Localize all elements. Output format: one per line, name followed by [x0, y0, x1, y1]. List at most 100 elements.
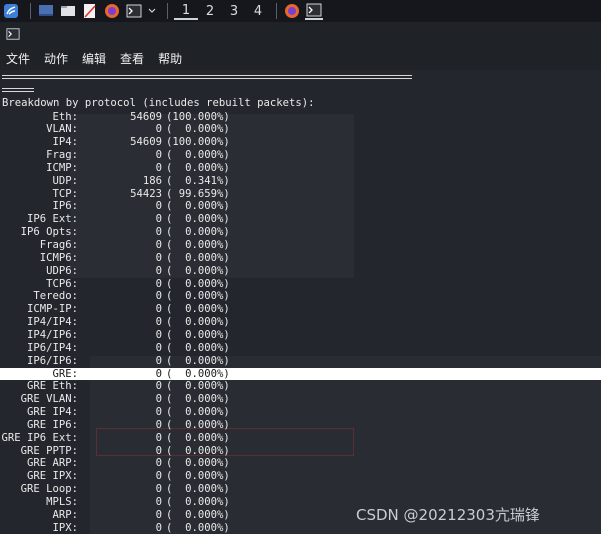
protocol-label: GRE PPTP:	[20, 444, 78, 457]
protocol-label: GRE IP6 Ext:	[1, 431, 78, 444]
protocol-row: IP4/IP6: 0 ( 0.000%)	[0, 329, 601, 342]
protocol-count: 0	[155, 354, 162, 367]
protocol-row: ICMP6: 0 ( 0.000%)	[0, 252, 601, 265]
protocol-count: 0	[155, 431, 162, 444]
menu-view[interactable]: 查看	[120, 50, 144, 67]
taskbar-separator	[30, 3, 31, 19]
protocol-percent: ( 0.000%)	[166, 380, 230, 393]
protocol-count: 0	[155, 303, 162, 316]
kali-menu-icon[interactable]	[2, 2, 20, 20]
protocol-label: IP4:	[52, 136, 78, 149]
protocol-label: GRE IP6:	[26, 418, 78, 431]
protocol-count: 0	[155, 161, 162, 174]
protocol-percent: ( 0.000%)	[166, 393, 230, 406]
protocol-percent: ( 0.000%)	[166, 470, 230, 483]
protocol-count: 0	[155, 264, 162, 277]
protocol-percent: ( 0.000%)	[166, 277, 230, 290]
protocol-percent: ( 0.000%)	[166, 226, 230, 239]
protocol-row: ICMP-IP: 0 ( 0.000%)	[0, 303, 601, 316]
protocol-label: UDP:	[52, 174, 78, 187]
protocol-percent: ( 0.000%)	[166, 264, 230, 277]
menu-edit[interactable]: 编辑	[82, 50, 106, 67]
protocol-row: TCP6: 0 ( 0.000%)	[0, 278, 601, 291]
protocol-count: 0	[155, 149, 162, 162]
protocol-count: 0	[155, 239, 162, 251]
protocol-percent: ( 0.000%)	[166, 149, 230, 162]
protocol-label: ARP:	[52, 508, 78, 521]
protocol-percent: ( 0.000%)	[166, 406, 230, 419]
text-editor-icon[interactable]	[81, 2, 99, 20]
terminal-output[interactable]: Breakdown by protocol (includes rebuilt …	[0, 70, 601, 534]
protocol-label: TCP6:	[46, 277, 78, 290]
terminal-icon[interactable]	[125, 2, 143, 20]
protocol-label: Frag:	[46, 149, 78, 162]
protocol-percent: ( 0.000%)	[166, 367, 230, 380]
protocol-row: UDP: 186 ( 0.341%)	[0, 175, 601, 188]
protocol-label: GRE IP4:	[26, 406, 78, 419]
firefox-window-icon[interactable]	[283, 2, 301, 20]
menu-action[interactable]: 动作	[44, 50, 68, 67]
separator-line	[2, 75, 412, 79]
protocol-label: IP6:	[52, 200, 78, 213]
firefox-icon[interactable]	[103, 2, 121, 20]
protocol-row: IP6/IP4: 0 ( 0.000%)	[0, 342, 601, 355]
protocol-label: IP4/IP4:	[26, 316, 78, 329]
show-desktop-icon[interactable]	[37, 2, 55, 20]
protocol-row: VLAN: 0 ( 0.000%)	[0, 123, 601, 136]
protocol-row: IP4: 54609 (100.000%)	[0, 136, 601, 149]
menu-file[interactable]: 文件	[6, 50, 30, 67]
protocol-label: GRE Loop:	[20, 483, 78, 496]
menu-help[interactable]: 帮助	[158, 50, 182, 67]
protocol-row: GRE IP6 Ext: 0 ( 0.000%)	[0, 432, 601, 445]
protocol-percent: ( 0.000%)	[166, 354, 230, 367]
protocol-count: 0	[155, 470, 162, 483]
protocol-percent: ( 0.000%)	[166, 200, 230, 213]
protocol-percent: (100.000%)	[166, 136, 230, 149]
protocol-label: IP6/IP4:	[26, 341, 78, 354]
protocol-count: 0	[155, 341, 162, 354]
protocol-label: GRE ARP:	[26, 457, 78, 470]
protocol-row: Eth: 54609 (100.000%)	[0, 111, 601, 124]
protocol-percent: ( 0.000%)	[166, 341, 230, 354]
protocol-row: GRE IP4: 0 ( 0.000%)	[0, 406, 601, 419]
protocol-percent: ( 0.000%)	[166, 251, 230, 264]
protocol-row: GRE VLAN: 0 ( 0.000%)	[0, 393, 601, 406]
protocol-label: Eth:	[52, 110, 78, 123]
workspace-3[interactable]: 3	[222, 4, 246, 19]
protocol-percent: ( 99.659%)	[166, 187, 230, 200]
protocol-percent: ( 0.000%)	[166, 213, 230, 226]
protocol-label: Frag6:	[39, 239, 78, 251]
workspace-4[interactable]: 4	[246, 4, 270, 19]
protocol-label: IPX:	[52, 521, 78, 534]
protocol-row: IP6: 0 ( 0.000%)	[0, 200, 601, 213]
protocol-count: 186	[142, 174, 162, 187]
protocol-row: Teredo: 0 ( 0.000%)	[0, 290, 601, 303]
protocol-percent: ( 0.000%)	[166, 239, 230, 251]
protocol-label: GRE VLAN:	[20, 393, 78, 406]
protocol-row: GRE IP6: 0 ( 0.000%)	[0, 419, 601, 432]
protocol-label: ICMP6:	[39, 251, 78, 264]
protocol-count: 0	[155, 496, 162, 508]
protocol-count: 0	[155, 406, 162, 419]
workspace-2[interactable]: 2	[198, 4, 222, 19]
terminal-window-icon[interactable]	[305, 2, 323, 20]
chevron-down-icon[interactable]	[147, 2, 157, 20]
protocol-count: 54609	[130, 110, 162, 123]
protocol-label: GRE Eth:	[26, 380, 78, 393]
protocol-row: GRE IPX: 0 ( 0.000%)	[0, 470, 601, 483]
protocol-count: 0	[155, 393, 162, 406]
protocol-label: Teredo:	[33, 290, 78, 303]
protocol-percent: ( 0.000%)	[166, 161, 230, 174]
file-manager-icon[interactable]	[59, 2, 77, 20]
protocol-count: 0	[155, 444, 162, 457]
terminal-header: Breakdown by protocol (includes rebuilt …	[2, 97, 315, 109]
watermark: CSDN @20212303亢瑞锋	[356, 506, 540, 524]
protocol-count: 54609	[130, 136, 162, 149]
protocol-label: IP4/IP6:	[26, 328, 78, 341]
protocol-label: UDP6:	[46, 264, 78, 277]
workspace-1[interactable]: 1	[174, 3, 198, 20]
separator-line	[2, 88, 34, 92]
protocol-count: 0	[155, 316, 162, 329]
protocol-row: ICMP: 0 ( 0.000%)	[0, 162, 601, 175]
protocol-percent: ( 0.000%)	[166, 444, 230, 457]
